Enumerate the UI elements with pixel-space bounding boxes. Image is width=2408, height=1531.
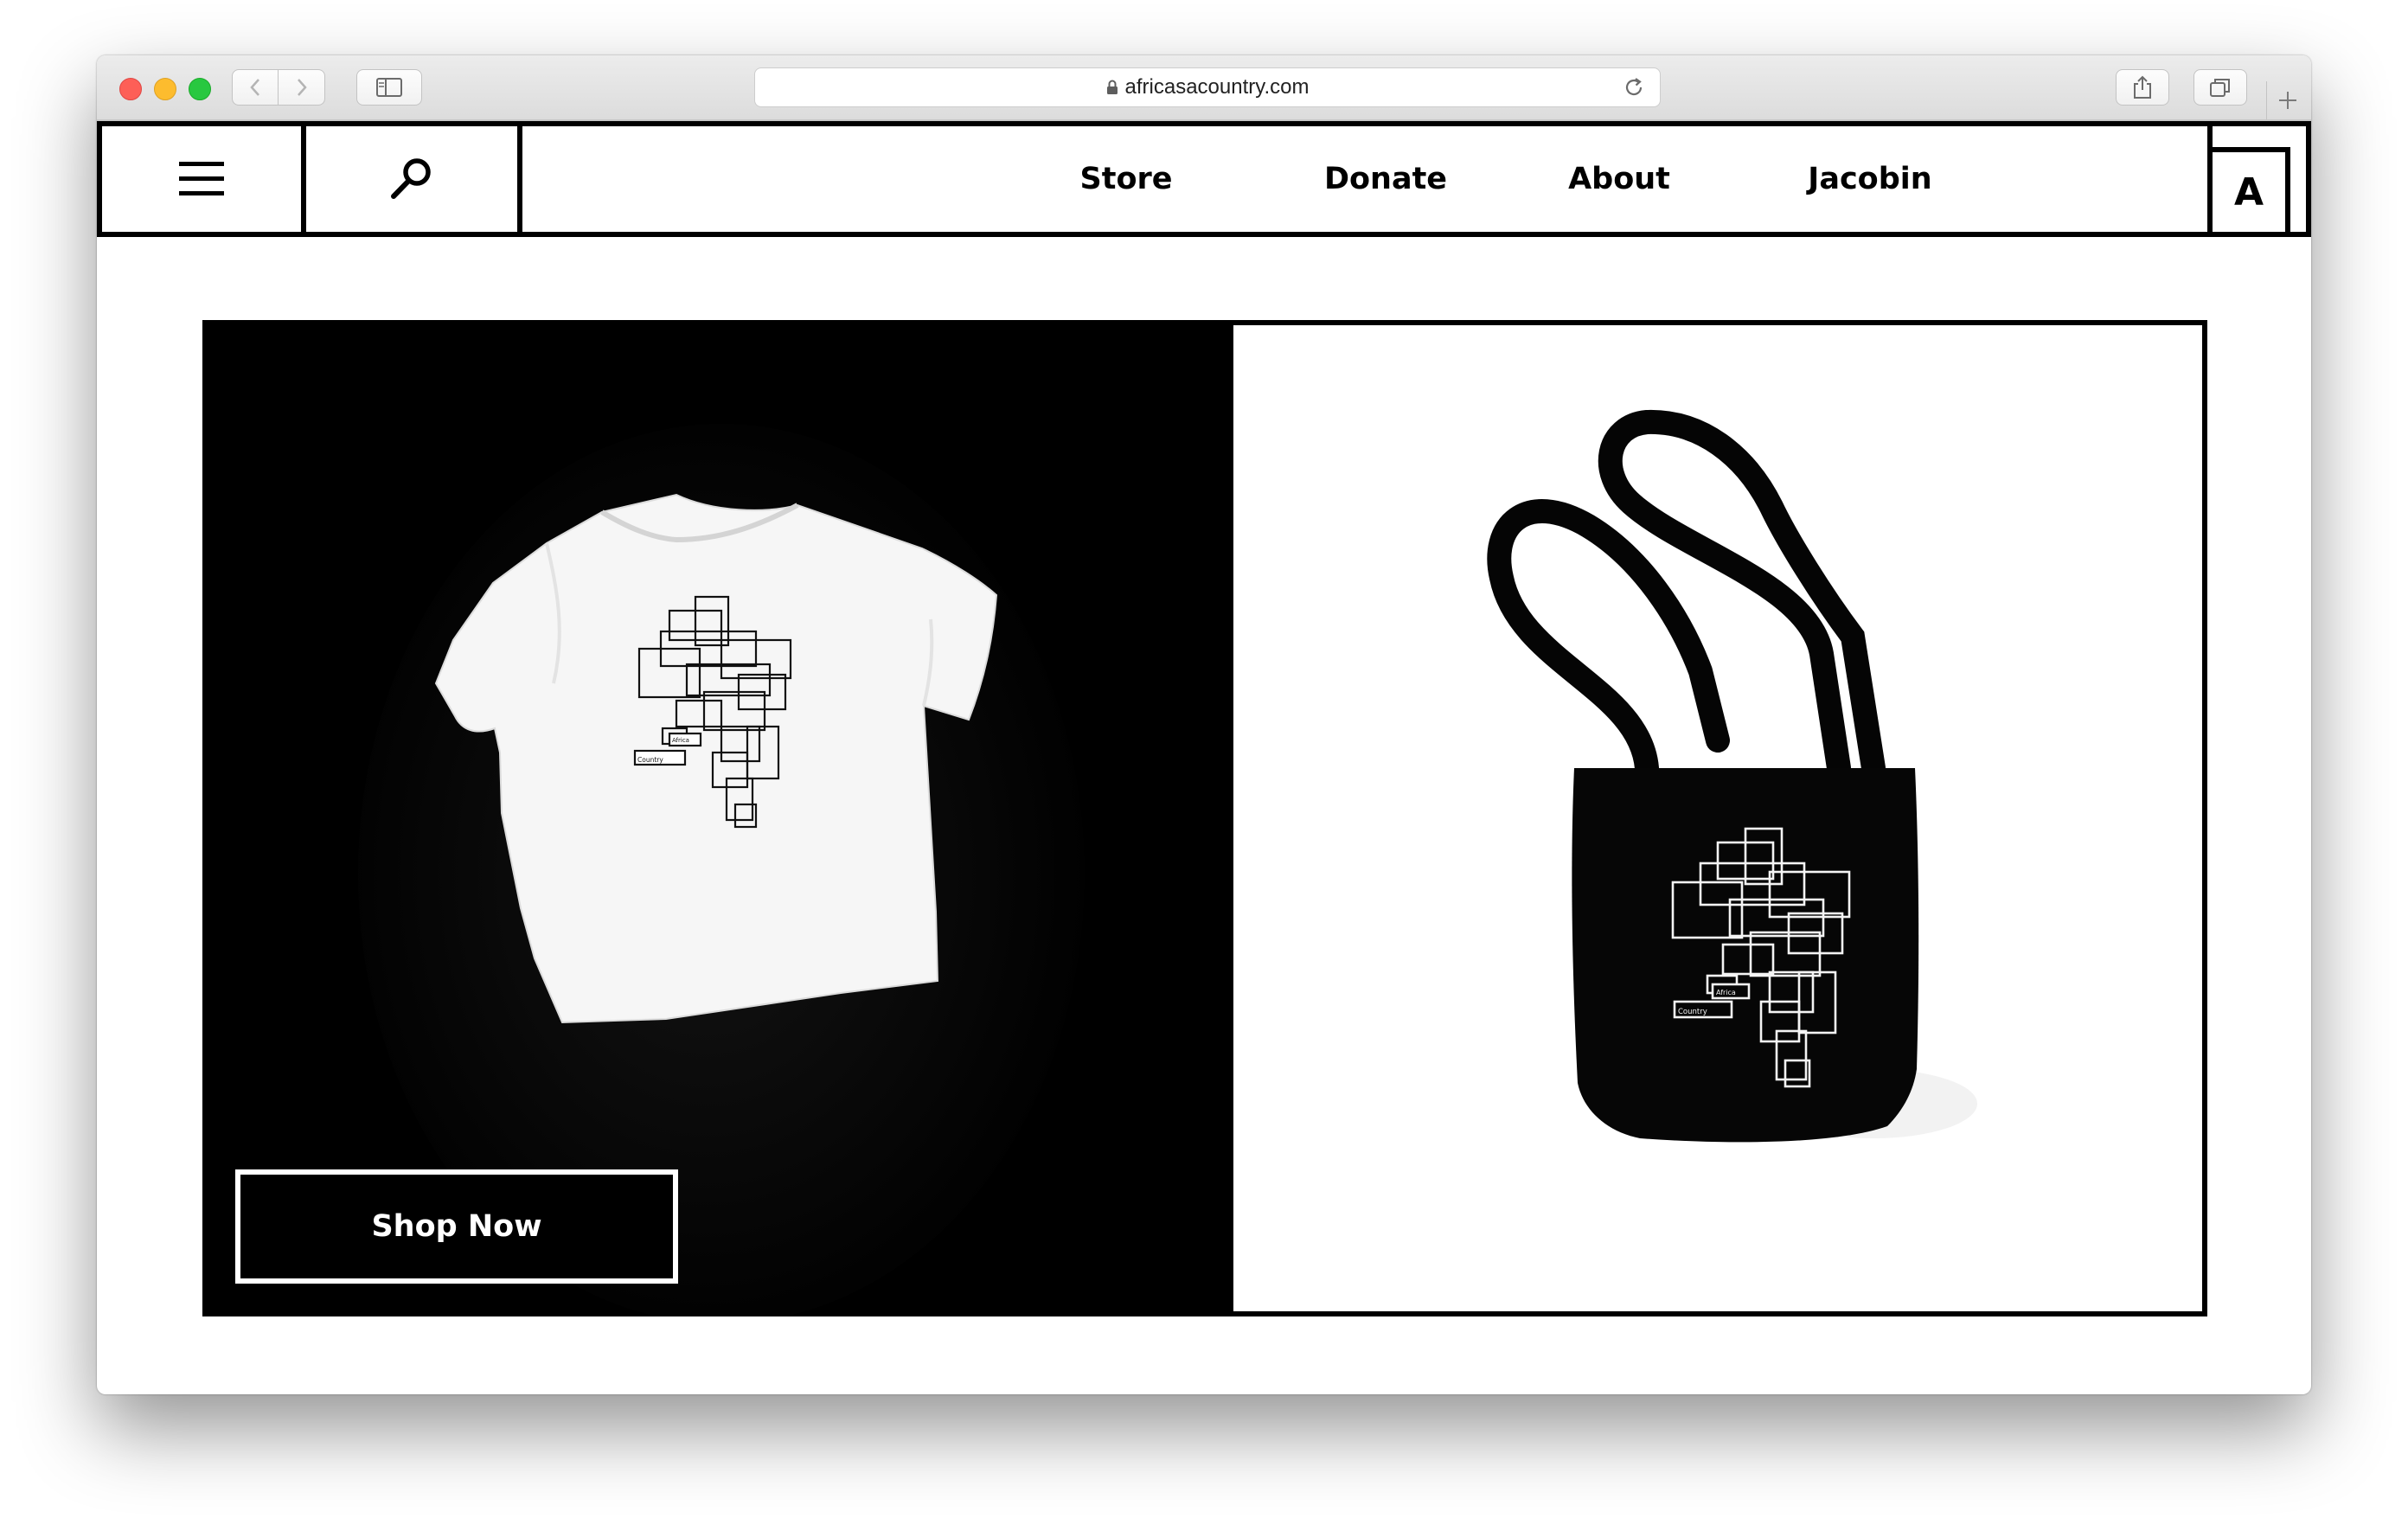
nav-about-link[interactable]: About: [1533, 126, 1706, 232]
minimize-window-button[interactable]: [154, 78, 176, 100]
share-button[interactable]: [2116, 69, 2169, 106]
chevron-left-icon: [250, 79, 259, 96]
svg-text:Country: Country: [637, 756, 663, 764]
nav-store-link[interactable]: Store: [1040, 126, 1213, 232]
zoom-window-button[interactable]: [189, 78, 211, 100]
svg-text:Africa: Africa: [1716, 989, 1736, 996]
header-right-border: [2306, 126, 2311, 232]
nav-jacobin-link[interactable]: Jacobin: [1770, 126, 1970, 232]
chevron-right-icon: [297, 79, 307, 96]
browser-toolbar: africasacountry.com: [97, 55, 2311, 121]
menu-button[interactable]: [97, 126, 306, 232]
reload-icon[interactable]: [1622, 75, 1646, 99]
store-promo: Country Africa Shop Now Country Africa: [202, 320, 2207, 1316]
tshirt-panel[interactable]: Country Africa Shop Now: [202, 320, 1228, 1316]
search-button[interactable]: [306, 126, 522, 232]
nav-donate-link[interactable]: Donate: [1282, 126, 1489, 232]
plus-icon: [2279, 92, 2296, 109]
tshirt-image: Country Africa: [202, 320, 1228, 1316]
tote-panel[interactable]: Country Africa: [1228, 320, 2207, 1316]
sidebar-icon: [376, 78, 402, 97]
address-bar[interactable]: africasacountry.com: [754, 67, 1661, 107]
sidebar-toggle-button[interactable]: [356, 69, 422, 106]
tote-bag-image: Country Africa: [1233, 325, 2202, 1311]
url-text: africasacountry.com: [1124, 75, 1310, 99]
shop-now-button[interactable]: Shop Now: [235, 1169, 678, 1284]
close-window-button[interactable]: [119, 78, 142, 100]
forward-button[interactable]: [279, 69, 325, 106]
svg-text:Country: Country: [1678, 1008, 1707, 1016]
site-logo-link[interactable]: A: [2207, 126, 2311, 232]
tabs-icon: [2210, 79, 2230, 97]
share-icon: [2134, 75, 2151, 99]
new-tab-button[interactable]: [2266, 81, 2309, 119]
browser-window: africasacountry.com Store Donate About J…: [97, 55, 2311, 1394]
svg-text:Africa: Africa: [672, 737, 689, 744]
site-logo: A: [2213, 147, 2290, 232]
site-header: Store Donate About Jacobin A: [97, 121, 2311, 237]
lock-icon: [1106, 80, 1118, 94]
back-button[interactable]: [232, 69, 279, 106]
show-tabs-button[interactable]: [2193, 69, 2247, 106]
search-icon: [391, 158, 431, 199]
hamburger-icon: [179, 162, 224, 195]
